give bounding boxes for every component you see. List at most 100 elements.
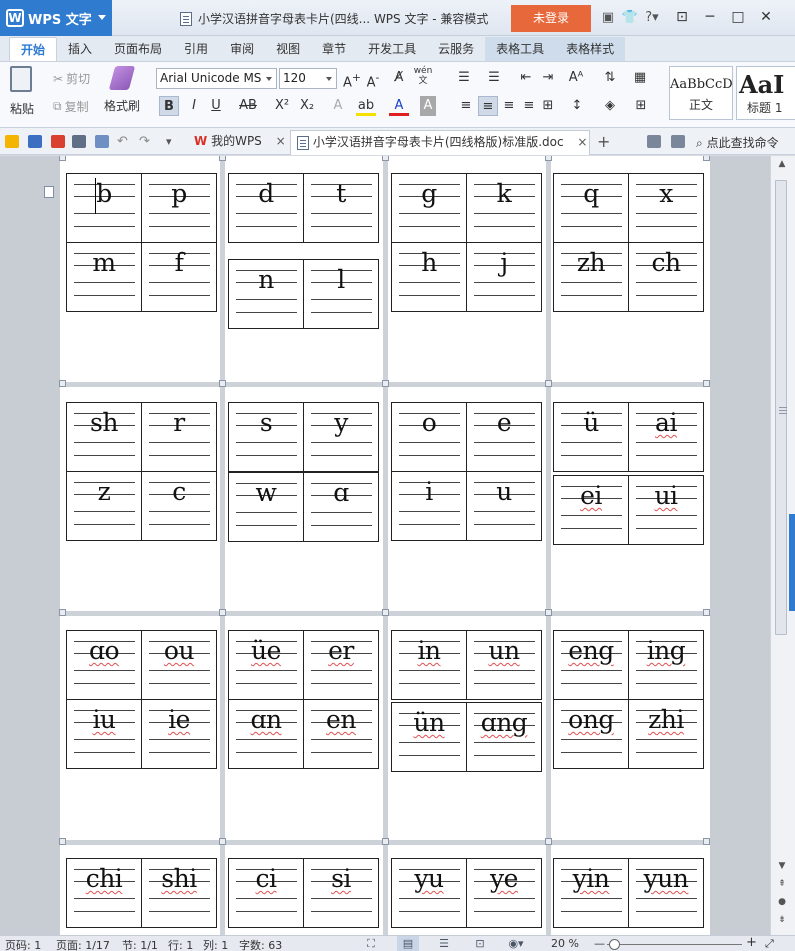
bold-button[interactable]: B [159, 96, 179, 116]
scroll-down-icon[interactable]: ▼ [776, 860, 788, 872]
tab-references[interactable]: 引用 [173, 37, 219, 61]
pinyin-card[interactable]: ch [628, 242, 704, 312]
table-move-handle-icon[interactable] [545, 838, 552, 845]
decrease-indent-icon[interactable]: ⇤ [516, 68, 536, 88]
underline-button[interactable]: U [206, 96, 226, 116]
style-heading-1[interactable]: AaI 标题 1 [736, 66, 795, 120]
fill-bucket-icon[interactable]: ◈ [600, 96, 620, 116]
minimize-icon[interactable]: ─ [699, 6, 721, 28]
format-painter-button[interactable]: 格式刷 [104, 66, 140, 114]
save-icon[interactable] [28, 135, 42, 148]
pinyin-card[interactable]: ɑ [303, 472, 379, 542]
pinyin-card[interactable]: m [66, 242, 142, 312]
table-move-handle-icon[interactable] [703, 380, 710, 387]
table-move-handle-icon[interactable] [219, 609, 226, 616]
pinyin-card[interactable]: un [466, 630, 542, 700]
font-name-select[interactable]: Arial Unicode MS [156, 68, 277, 89]
pinyin-card[interactable]: ei [553, 475, 629, 545]
table-icon[interactable]: ▦ [630, 68, 650, 88]
pinyin-card[interactable]: ün [391, 702, 467, 772]
paragraph-marker-icon[interactable] [44, 186, 54, 198]
zoom-out-icon[interactable]: — [594, 937, 605, 950]
table-move-handle-icon[interactable] [382, 380, 389, 387]
window-list-icon[interactable] [671, 135, 685, 148]
sort-icon[interactable]: ⇅ [600, 68, 620, 88]
pinyin-card[interactable]: zhi [628, 699, 704, 769]
outline-view-icon[interactable]: ☰ [433, 936, 455, 951]
cut-button[interactable]: ✂ 剪切 [53, 70, 90, 87]
tab-table-tools[interactable]: 表格工具 [485, 37, 556, 61]
pinyin-card[interactable]: ui [628, 475, 704, 545]
pinyin-card[interactable]: ong [553, 699, 629, 769]
next-page-icon[interactable]: ⇟ [776, 914, 788, 926]
pinyin-card[interactable]: n [228, 259, 304, 329]
pinyin-card[interactable]: y [303, 402, 379, 472]
change-case-icon[interactable]: Aᴬ [566, 68, 586, 88]
table-move-handle-icon[interactable] [59, 156, 66, 161]
table-move-handle-icon[interactable] [219, 838, 226, 845]
table-move-handle-icon[interactable] [219, 380, 226, 387]
pinyin-card[interactable]: w [228, 472, 304, 542]
wps-app-menu-button[interactable]: W WPS 文字 [0, 0, 112, 36]
pinyin-card[interactable]: x [628, 173, 704, 243]
pinyin-card[interactable]: d [228, 173, 304, 243]
increase-indent-icon[interactable]: ⇥ [538, 68, 558, 88]
pinyin-card[interactable]: j [466, 242, 542, 312]
maximize-icon[interactable]: □ [727, 6, 749, 28]
tab-view[interactable]: 视图 [265, 37, 311, 61]
pinyin-card[interactable]: eng [553, 630, 629, 700]
text-effect-icon[interactable]: A [328, 96, 348, 116]
table-move-handle-icon[interactable] [703, 838, 710, 845]
table-move-handle-icon[interactable] [545, 380, 552, 387]
table-move-handle-icon[interactable] [545, 156, 552, 161]
grow-font-icon[interactable]: A+ [342, 68, 362, 90]
fit-window-icon[interactable]: ⤢ [765, 937, 774, 951]
zoom-slider[interactable] [607, 944, 742, 945]
pinyin-card[interactable]: ye [466, 858, 542, 928]
pinyin-card[interactable]: shi [141, 858, 217, 928]
shrink-font-icon[interactable]: A- [363, 68, 383, 90]
pinyin-card[interactable]: er [303, 630, 379, 700]
page-view-icon[interactable]: ▤ [397, 936, 419, 951]
table-move-handle-icon[interactable] [382, 156, 389, 161]
pinyin-card[interactable]: sh [66, 402, 142, 472]
print-preview-icon[interactable] [95, 135, 109, 148]
pinyin-card[interactable]: ci [228, 858, 304, 928]
pinyin-card[interactable]: ai [628, 402, 704, 472]
tab-table-style[interactable]: 表格样式 [555, 37, 626, 61]
prev-page-icon[interactable]: ⇞ [776, 878, 788, 890]
copy-button[interactable]: ⧉ 复制 [53, 98, 89, 115]
pinyin-card[interactable]: f [141, 242, 217, 312]
pinyin-card[interactable]: ɑng [466, 702, 542, 772]
close-icon[interactable]: × [577, 135, 587, 149]
justify-icon[interactable]: ≡ [519, 96, 539, 116]
superscript-button[interactable]: X² [272, 96, 292, 116]
scroll-up-icon[interactable]: ▲ [776, 158, 788, 170]
new-tab-icon[interactable]: + [597, 134, 611, 150]
print-icon[interactable] [72, 135, 86, 148]
strikethrough-button[interactable]: AB [238, 96, 258, 116]
pinyin-card[interactable]: g [391, 173, 467, 243]
pinyin-card[interactable]: zh [553, 242, 629, 312]
fullscreen-icon[interactable]: ⛶ [360, 936, 382, 951]
close-icon[interactable]: ✕ [755, 6, 777, 28]
pinyin-card[interactable]: ü [553, 402, 629, 472]
tab-start[interactable]: 开始 [9, 37, 58, 61]
pinyin-card[interactable]: h [391, 242, 467, 312]
pinyin-card[interactable]: ou [141, 630, 217, 700]
pinyin-card[interactable]: l [303, 259, 379, 329]
pinyin-card[interactable]: r [141, 402, 217, 472]
font-size-select[interactable]: 120 [279, 68, 337, 89]
pinyin-card[interactable]: si [303, 858, 379, 928]
distribute-icon[interactable]: ⊞ [538, 96, 558, 116]
zoom-in-icon[interactable]: + [746, 935, 757, 950]
pinyin-card[interactable]: q [553, 173, 629, 243]
pinyin-card[interactable]: yin [553, 858, 629, 928]
eye-protection-icon[interactable]: ◉▾ [505, 936, 527, 951]
align-center-icon[interactable]: ≡ [478, 96, 498, 116]
tab-review[interactable]: 审阅 [219, 37, 265, 61]
pinyin-card[interactable]: in [391, 630, 467, 700]
tab-cloud[interactable]: 云服务 [427, 37, 485, 61]
clear-format-icon[interactable]: A̸ [389, 68, 409, 88]
char-shading-icon[interactable]: A [420, 96, 436, 116]
